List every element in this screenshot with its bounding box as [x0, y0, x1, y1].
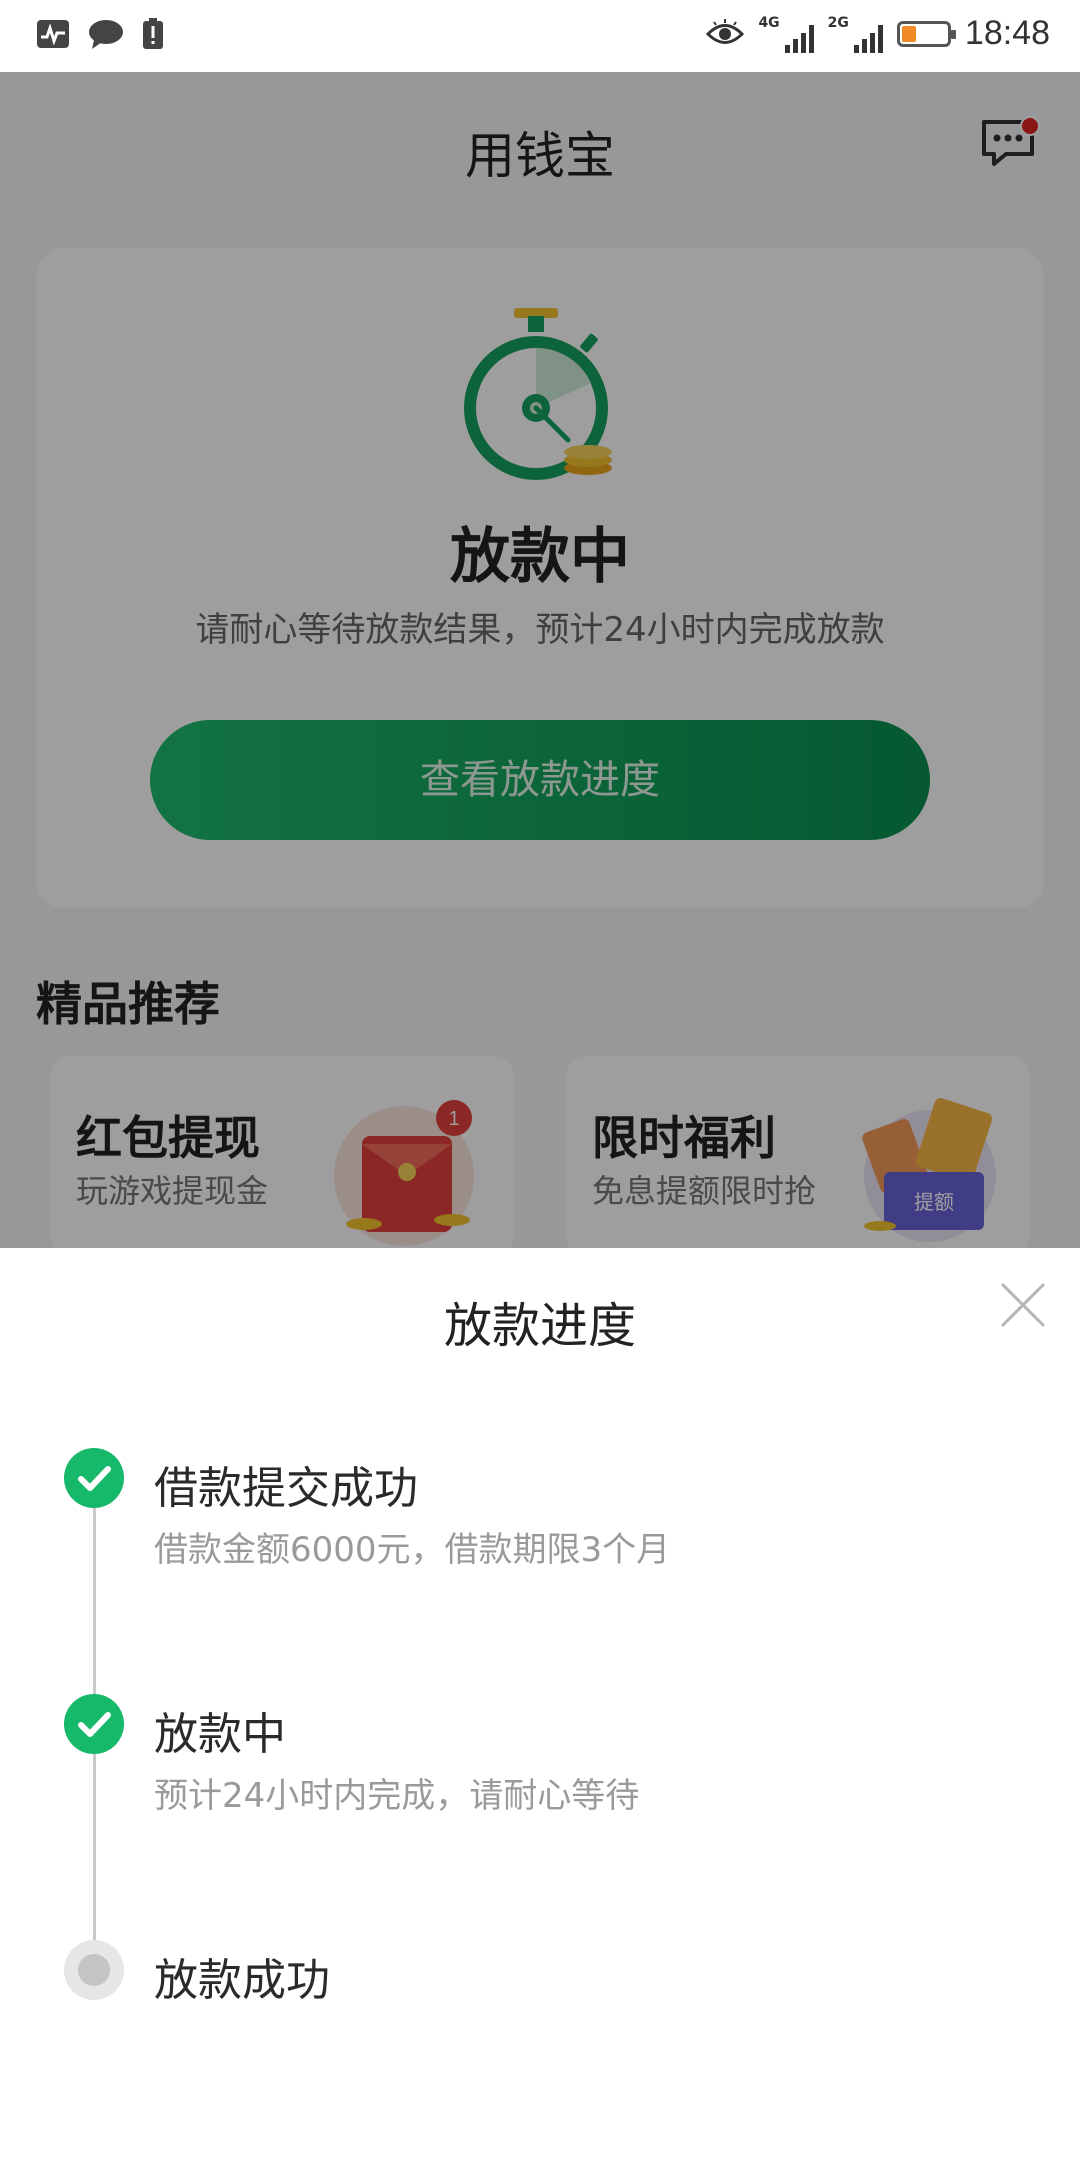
- progress-bottom-sheet: 放款进度 借款提交成功 借款金额6000元，借款期限3个月 放款中 预计24小时…: [0, 1248, 1080, 2160]
- step-title: 放款中: [154, 1709, 286, 1760]
- sheet-title: 放款进度: [443, 1298, 636, 1354]
- activity-icon: [37, 20, 69, 48]
- eye-comfort-icon: [706, 18, 745, 44]
- signal-2g-icon: 2G: [828, 15, 883, 53]
- dim-overlay[interactable]: [0, 72, 1080, 1248]
- check-icon: [64, 1448, 124, 1508]
- close-icon[interactable]: [998, 1280, 1048, 1330]
- pending-dot-icon: [64, 1940, 124, 2000]
- signal-4g-icon: 4G: [758, 15, 814, 53]
- chat-bubble-icon: [89, 20, 123, 49]
- status-right-icons: 4G 2G 18:48: [706, 14, 1050, 53]
- check-icon: [64, 1694, 124, 1754]
- step-desc: 借款金额6000元，借款期限3个月: [154, 1530, 671, 1570]
- status-bar: 4G 2G 18:48: [0, 0, 1080, 72]
- step-title: 借款提交成功: [154, 1463, 418, 1514]
- battery-icon: [896, 20, 956, 47]
- status-time: 18:48: [964, 14, 1050, 52]
- sim-alert-icon: [143, 18, 163, 49]
- step-title: 放款成功: [154, 1955, 330, 2006]
- step-desc: 预计24小时内完成，请耐心等待: [154, 1776, 640, 1816]
- status-left-icons: [36, 18, 164, 50]
